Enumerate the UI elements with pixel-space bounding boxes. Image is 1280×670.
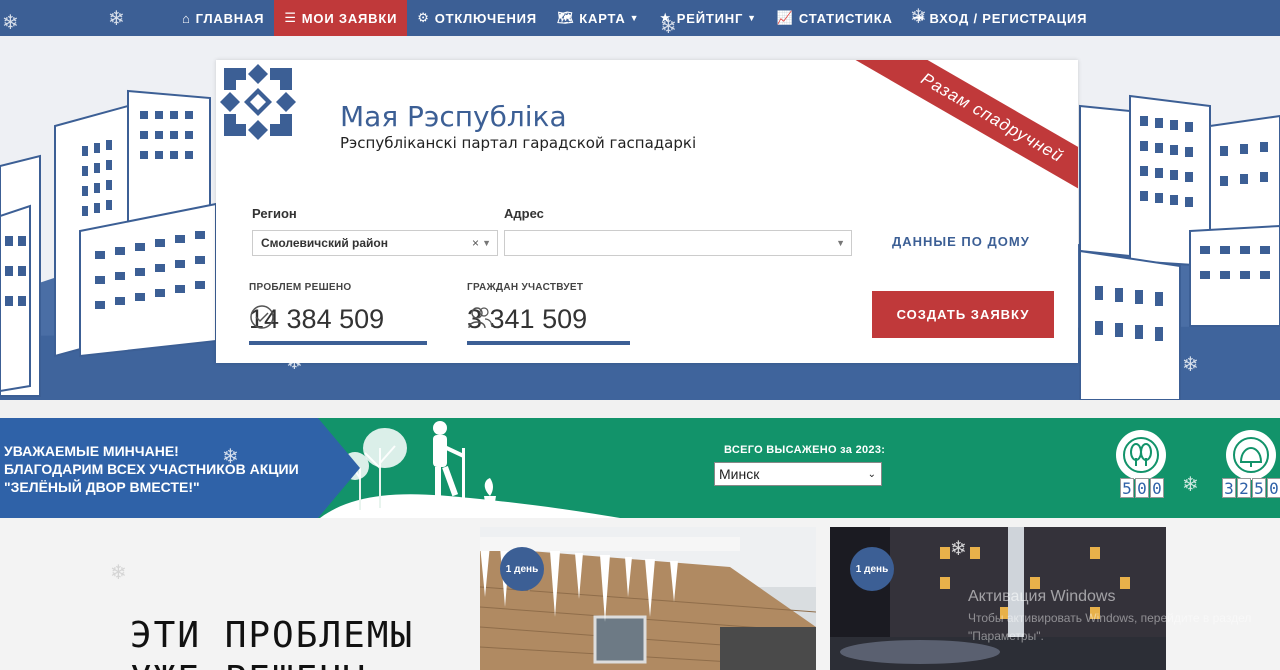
counter-digit: 0 [1267, 478, 1280, 498]
nav-item-label: ОТКЛЮЧЕНИЯ [434, 10, 537, 26]
solved-stat: 14 384 509 [249, 304, 384, 335]
users-icon [468, 307, 493, 329]
home-icon: ⌂ [182, 10, 191, 26]
citizens-label: ГРАЖДАН УЧАСТВУЕТ [467, 282, 584, 293]
search-card: Разам спадручней Мая Рэспубліка Рэспублі… [216, 60, 1078, 363]
problem-card-1[interactable]: 1 день [480, 527, 816, 670]
banner-line-3: "ЗЕЛЁНЫЙ ДВОР ВМЕСТЕ!" [4, 479, 200, 495]
nav-items: ⌂ ГЛАВНАЯ ☰ МОИ ЗАЯВКИ ⚙ ОТКЛЮЧЕНИЯ 🗺 КАРТА ▼ ★ РЕ… [172, 0, 1097, 36]
region-select[interactable]: Смолевичский район × ▼ [252, 230, 498, 256]
counter-digit: 0 [1150, 478, 1164, 498]
shrubs-counter: 3 2 5 0 [1222, 478, 1280, 498]
solved-problems-title: ЭТИ ПРОБЛЕМЫ УЖЕ РЕШЕНЫ [130, 614, 414, 670]
nav-item-label: КАРТА [579, 10, 626, 26]
map-icon: 🗺 [556, 10, 575, 25]
banner-message: УВАЖАЕМЫЕ МИНЧАНЕ! БЛАГОДАРИМ ВСЕХ УЧАСТ… [4, 442, 299, 496]
counter-digit: 5 [1252, 478, 1266, 498]
caret-down-icon: ▼ [747, 13, 757, 23]
caret-down-icon: ▼ [629, 13, 640, 23]
house-data-link[interactable]: ДАННЫЕ ПО ДОМУ [892, 234, 1030, 249]
green-yard-banner[interactable]: УВАЖАЕМЫЕ МИНЧАНЕ! БЛАГОДАРИМ ВСЕХ УЧАСТ… [0, 418, 1280, 518]
hero-section: Разам спадручней Мая Рэспубліка Рэспублі… [0, 36, 1280, 400]
counter-digit: 0 [1135, 478, 1149, 498]
check-circle-icon [250, 305, 274, 329]
solved-problems-section: ЭТИ ПРОБЛЕМЫ УЖЕ РЕШЕНЫ 1 день [0, 518, 1280, 670]
nav-item[interactable]: ⇥ ВХОД / РЕГИСТРАЦИЯ [903, 0, 1098, 36]
banner-line-2: БЛАГОДАРИМ ВСЕХ УЧАСТНИКОВ АКЦИИ [4, 461, 299, 477]
list-icon: ☰ [284, 10, 297, 25]
region-value: Смолевичский район [261, 236, 389, 250]
star-icon: ★ [659, 10, 672, 25]
brand-subtitle: Рэспубліканскі партал гарадской гаспадар… [340, 134, 697, 152]
nav-item-label: ГЛАВНАЯ [195, 10, 265, 26]
solved-label: ПРОБЛЕМ РЕШЕНО [249, 282, 352, 293]
nav-item[interactable]: 🗺 КАРТА ▼ [547, 0, 649, 36]
chevron-down-icon: ▼ [836, 238, 845, 248]
nav-item[interactable]: ⌂ ГЛАВНАЯ [172, 0, 274, 36]
trees-counter: 5 0 0 [1120, 478, 1164, 498]
title-line-2: УЖЕ РЕШЕНЫ [130, 658, 414, 670]
address-label: Адрес [504, 206, 544, 221]
tree-icon [1116, 430, 1166, 480]
brand-title: Мая Рэспубліка [340, 100, 567, 133]
banner-line-1: УВАЖАЕМЫЕ МИНЧАНЕ! [4, 443, 179, 459]
counter-digit: 3 [1222, 478, 1236, 498]
nav-item-label: ВХОД / РЕГИСТРАЦИЯ [929, 10, 1088, 26]
counter-digit: 2 [1237, 478, 1251, 498]
slogan-ribbon: Разам спадручней [853, 60, 1078, 209]
shrub-icon [1226, 430, 1276, 480]
chart-icon: 📈 [776, 10, 794, 25]
windows-activation-text: Чтобы активировать Windows, перейдите в … [968, 611, 1252, 625]
login-icon: ⇥ [912, 10, 925, 25]
age-badge: 1 день [850, 547, 894, 591]
counter-digit: 5 [1120, 478, 1134, 498]
region-label: Регион [252, 206, 297, 221]
address-select[interactable]: ▼ [504, 230, 852, 256]
city-select[interactable]: Минск ⌄ [714, 462, 882, 486]
nav-item[interactable]: 📈 СТАТИСТИКА [767, 0, 903, 36]
chevron-down-icon: ▼ [482, 238, 491, 248]
gear-icon: ⚙ [417, 10, 430, 25]
clear-icon[interactable]: × [472, 236, 479, 250]
windows-activation-text-2: "Параметры". [968, 629, 1044, 643]
logo-icon [220, 64, 296, 140]
age-badge: 1 день [500, 547, 544, 591]
nav-item[interactable]: ⚙ ОТКЛЮЧЕНИЯ [407, 0, 547, 36]
chevron-down-icon: ⌄ [867, 468, 876, 480]
citizens-underline [467, 341, 630, 345]
planted-label: ВСЕГО ВЫСАЖЕНО за 2023: [724, 444, 886, 456]
top-navigation: ⌂ ГЛАВНАЯ ☰ МОИ ЗАЯВКИ ⚙ ОТКЛЮЧЕНИЯ 🗺 КАРТА ▼ ★ РЕ… [0, 0, 1280, 36]
nav-item-label: МОИ ЗАЯВКИ [301, 10, 398, 26]
nav-item[interactable]: ★ РЕЙТИНГ ▼ [649, 0, 767, 36]
city-value: Минск [719, 466, 760, 482]
nav-item-label: РЕЙТИНГ [676, 10, 744, 26]
solved-underline [249, 341, 427, 345]
citizens-stat: 3 341 509 [467, 304, 587, 335]
create-request-button[interactable]: СОЗДАТЬ ЗАЯВКУ [872, 291, 1054, 338]
nav-item[interactable]: ☰ МОИ ЗАЯВКИ [274, 0, 408, 36]
windows-activation-title: Активация Windows [968, 588, 1116, 605]
nav-item-label: СТАТИСТИКА [798, 10, 893, 26]
title-line-1: ЭТИ ПРОБЛЕМЫ [130, 615, 415, 656]
